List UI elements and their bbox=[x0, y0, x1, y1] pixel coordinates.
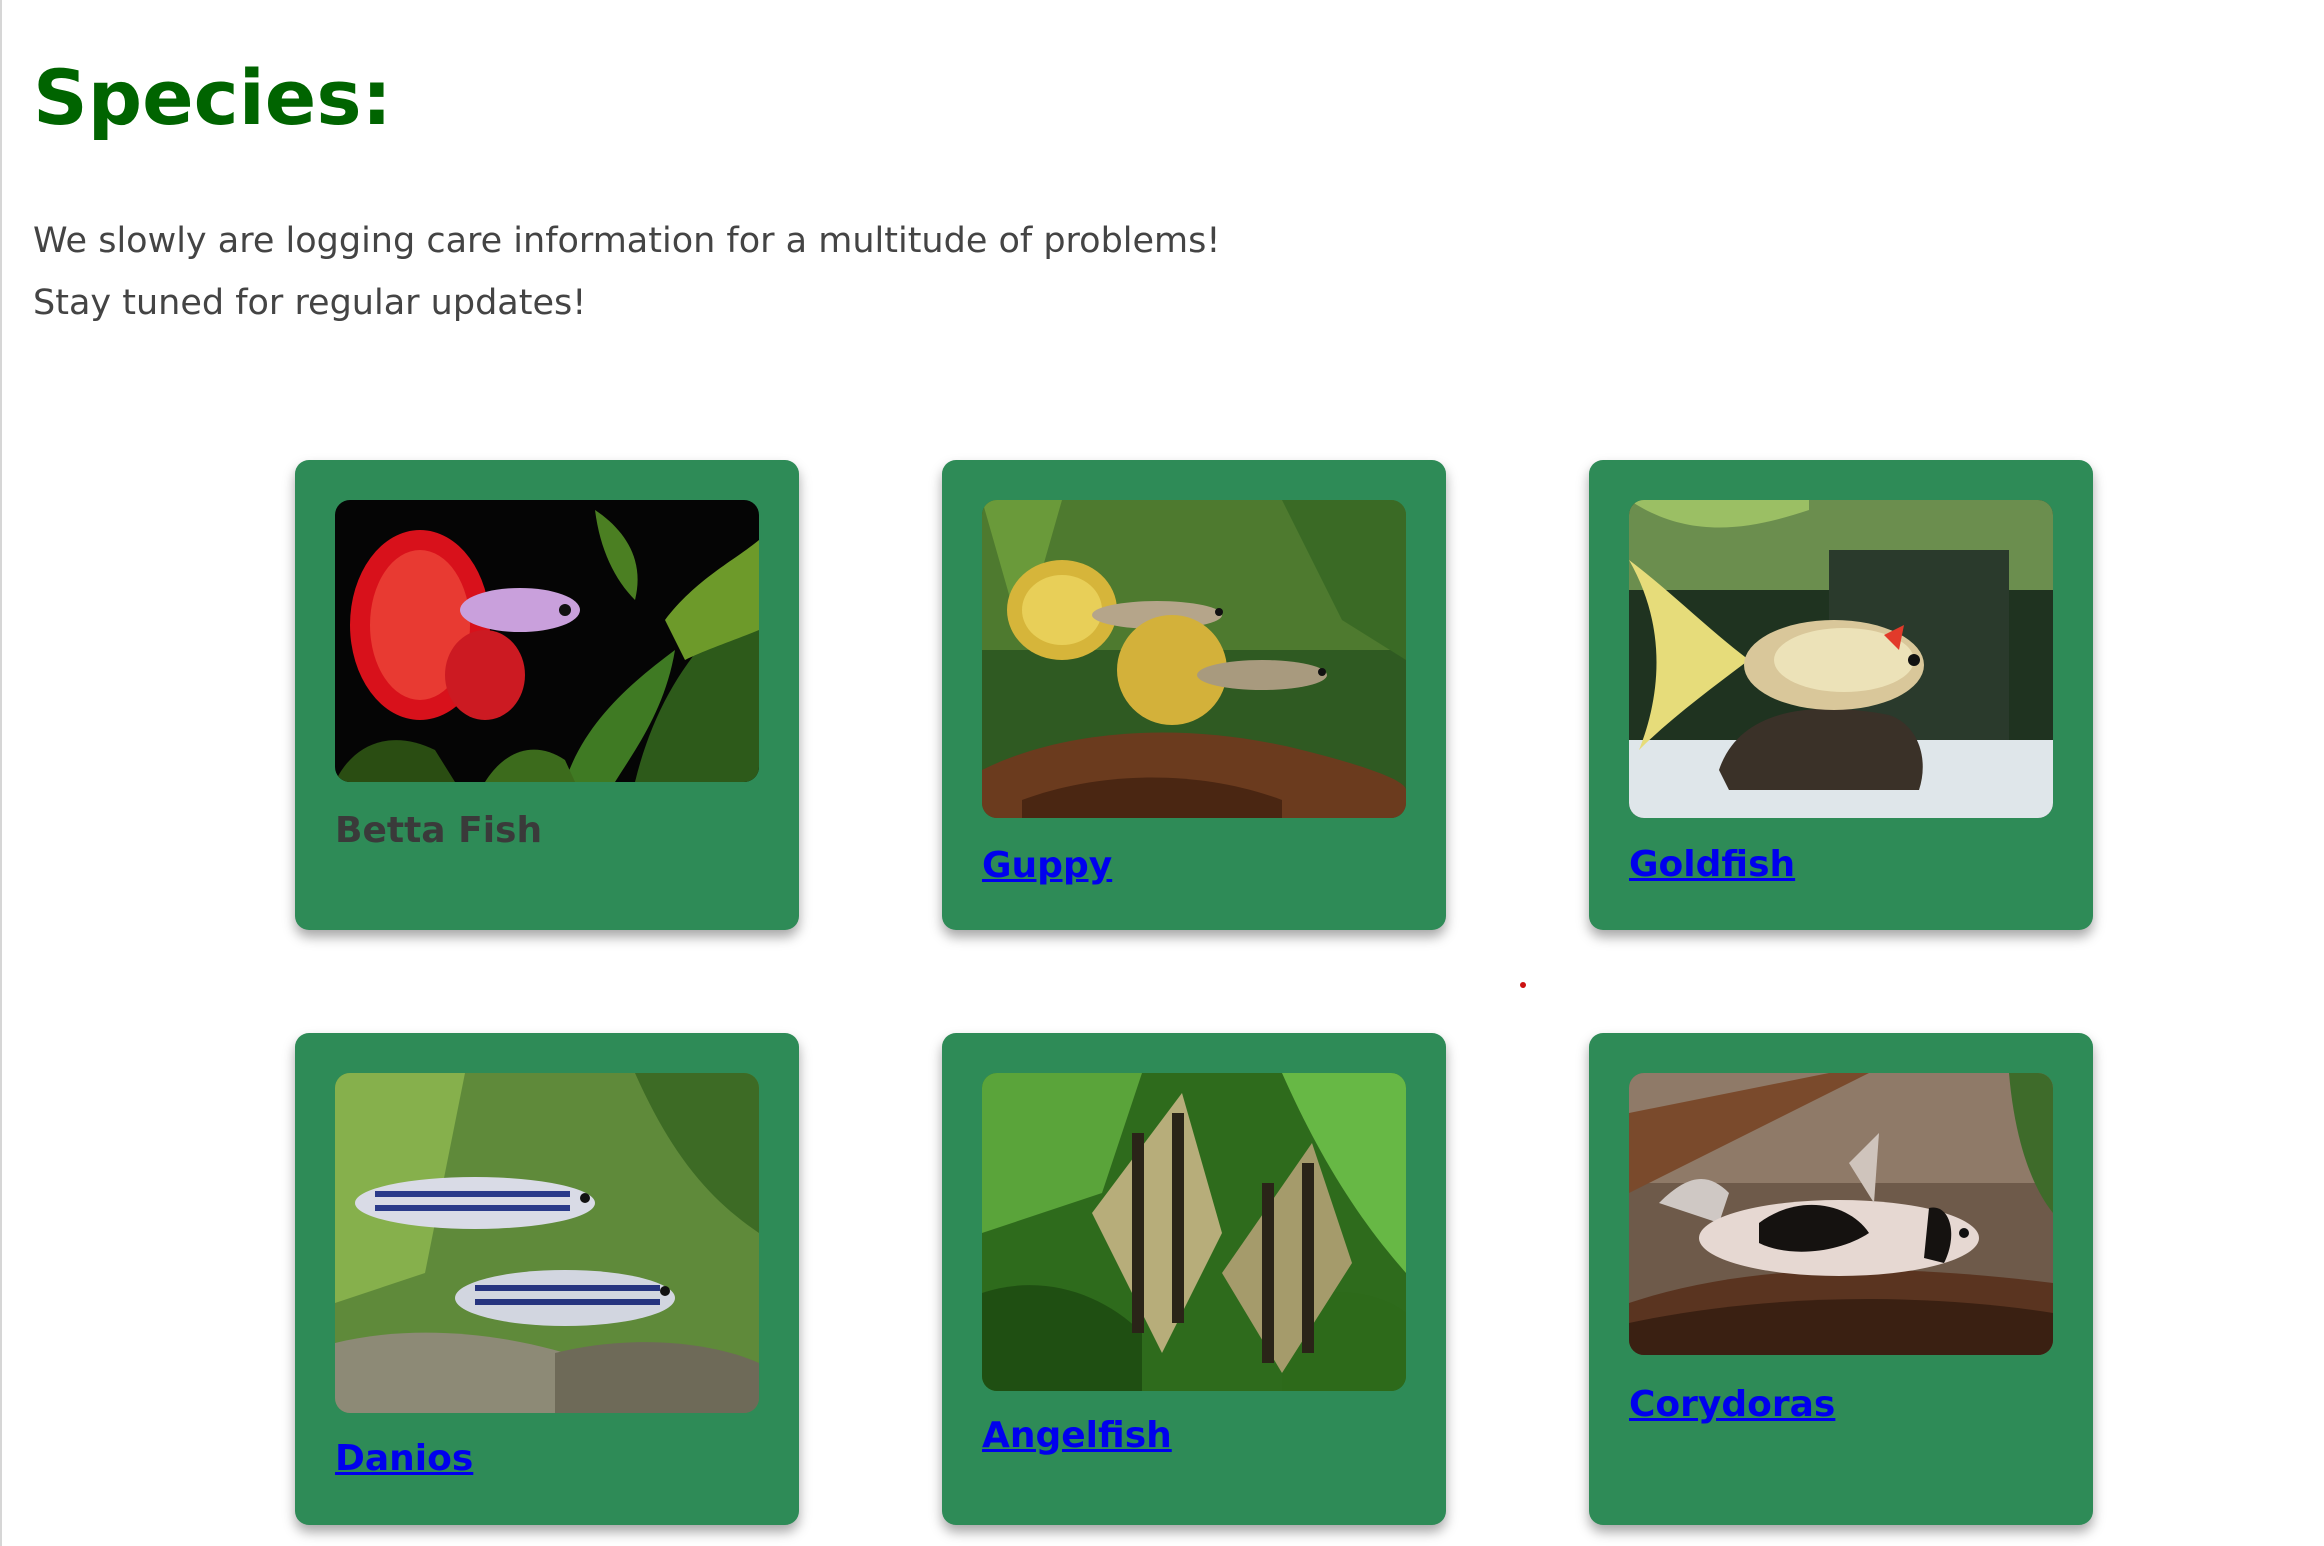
species-card-guppy: Guppy bbox=[942, 460, 1446, 930]
species-link-guppy[interactable]: Guppy bbox=[982, 848, 1112, 884]
page-title: Species: bbox=[33, 53, 392, 142]
species-link-danios[interactable]: Danios bbox=[335, 1441, 473, 1477]
species-card-goldfish: Goldfish bbox=[1589, 460, 2093, 930]
intro-text: We slowly are logging care information f… bbox=[33, 210, 1220, 334]
species-page: Species: We slowly are logging care info… bbox=[0, 0, 2324, 1546]
species-link-goldfish[interactable]: Goldfish bbox=[1629, 847, 1795, 883]
goldfish-photo bbox=[1629, 500, 2053, 818]
species-link-corydoras[interactable]: Corydoras bbox=[1629, 1387, 1835, 1423]
danios-photo bbox=[335, 1073, 759, 1413]
red-dot-mark bbox=[1520, 982, 1526, 988]
species-link-angelfish[interactable]: Angelfish bbox=[982, 1418, 1172, 1454]
species-card-label: Betta Fish bbox=[335, 810, 543, 851]
corydoras-photo bbox=[1629, 1073, 2053, 1355]
angelfish-photo bbox=[982, 1073, 1406, 1391]
species-card-betta: Betta Fish bbox=[295, 460, 799, 930]
intro-line-2: Stay tuned for regular updates! bbox=[33, 283, 587, 323]
intro-line-1: We slowly are logging care information f… bbox=[33, 221, 1221, 261]
species-card-corydoras: Corydoras bbox=[1589, 1033, 2093, 1525]
betta-fish-photo bbox=[335, 500, 759, 782]
guppy-photo bbox=[982, 500, 1406, 818]
species-card-angelfish: Angelfish bbox=[942, 1033, 1446, 1525]
species-card-danios: Danios bbox=[295, 1033, 799, 1525]
